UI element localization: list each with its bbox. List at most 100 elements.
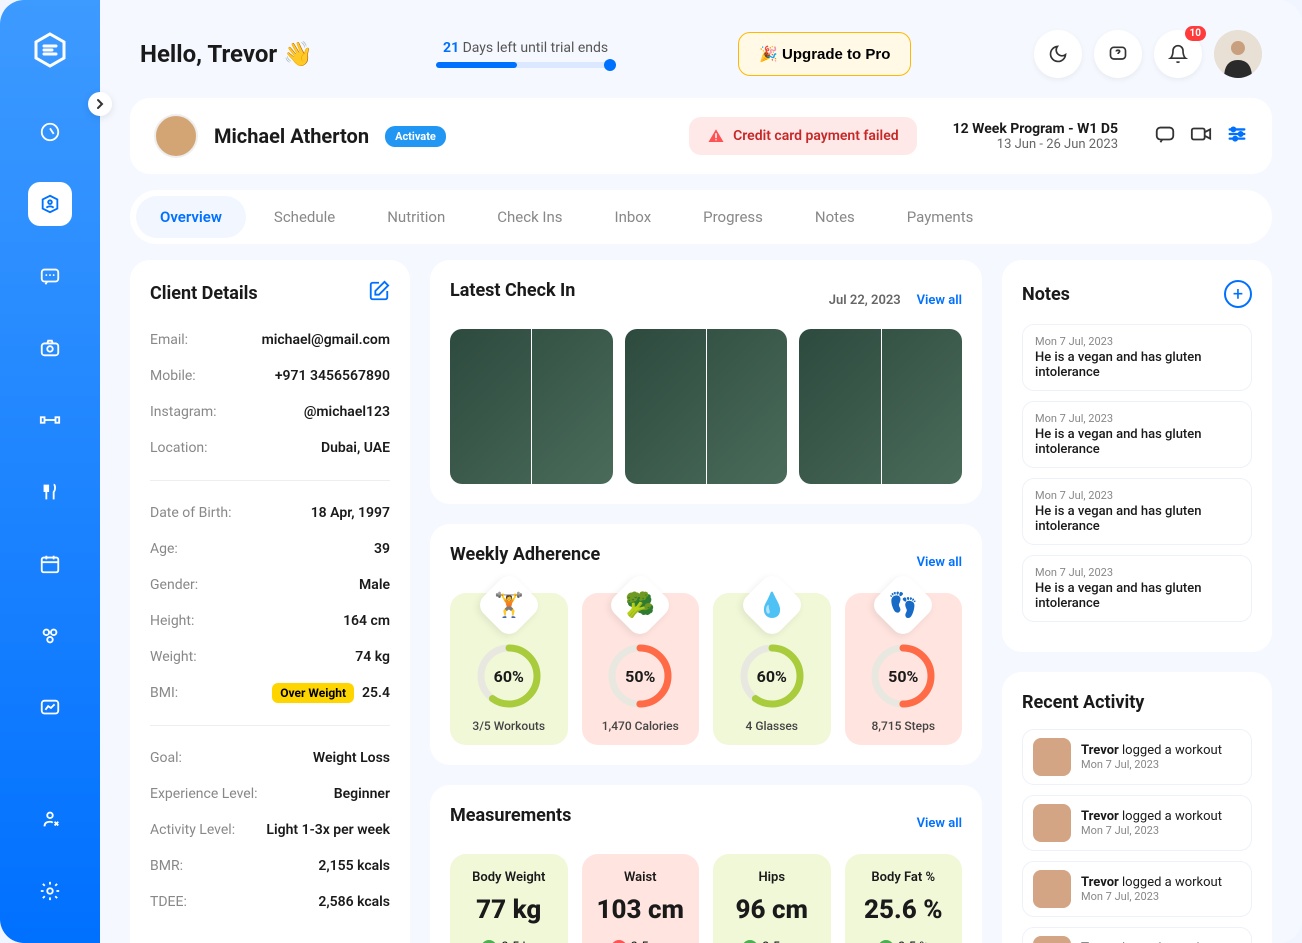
measurement-label: Waist xyxy=(592,870,690,885)
checkin-photo[interactable] xyxy=(799,329,962,484)
divider xyxy=(150,480,390,481)
checkin-card: Latest Check In Jul 22, 2023 View all xyxy=(430,260,982,504)
measurement-item: Body Weight 77 kg ↓ 0.5 kg xyxy=(450,854,568,943)
measurement-delta: ↑ 0.5 cm xyxy=(611,940,670,943)
measurement-delta: ↓ 0.5 cm xyxy=(742,940,801,943)
note-item[interactable]: Mon 7 Jul, 2023He is a vegan and has glu… xyxy=(1022,478,1252,545)
bmi-badge: Over Weight xyxy=(272,683,354,703)
tdee-value: 2,586 kcals xyxy=(318,894,390,910)
tab-overview[interactable]: Overview xyxy=(136,196,246,238)
nav-messages[interactable] xyxy=(28,254,72,298)
tdee-label: TDEE: xyxy=(150,894,187,910)
checkin-title: Latest Check In xyxy=(450,280,575,301)
nav-settings[interactable] xyxy=(28,869,72,913)
trial-suffix: Days left until trial ends xyxy=(459,40,608,56)
tab-notes[interactable]: Notes xyxy=(791,196,879,238)
measurements-view-all[interactable]: View all xyxy=(917,816,962,831)
measurement-label: Hips xyxy=(723,870,821,885)
adherence-item: 👣 50% 8,715 Steps xyxy=(845,593,963,745)
activate-badge[interactable]: Activate xyxy=(385,126,446,147)
adherence-item: 🥦 50% 1,470 Calories xyxy=(582,593,700,745)
measurement-delta: ↓ 0.5 kg xyxy=(481,940,536,943)
nav-help[interactable] xyxy=(28,797,72,841)
adherence-icon: 🥦 xyxy=(606,571,674,639)
tab-nutrition[interactable]: Nutrition xyxy=(363,196,469,238)
adherence-label: 8,715 Steps xyxy=(857,719,951,733)
nav-workouts[interactable] xyxy=(28,398,72,442)
trial-progress xyxy=(436,62,616,68)
client-details-card: Client Details Email:michael@gmail.com M… xyxy=(130,260,410,943)
note-date: Mon 7 Jul, 2023 xyxy=(1035,412,1239,425)
nav-dashboard[interactable] xyxy=(28,110,72,154)
mobile-value: +971 3456567890 xyxy=(275,368,390,384)
upgrade-button[interactable]: 🎉 Upgrade to Pro xyxy=(738,32,911,76)
activity-date: Mon 7 Jul, 2023 xyxy=(1081,758,1222,771)
add-note-button[interactable]: + xyxy=(1224,280,1252,308)
sidebar xyxy=(0,0,100,943)
nav-calendar[interactable] xyxy=(28,542,72,586)
video-icon[interactable] xyxy=(1190,123,1212,149)
activity-text: Trevor logged a workout xyxy=(1081,743,1222,758)
dob-value: 18 Apr, 1997 xyxy=(311,505,390,521)
user-avatar[interactable] xyxy=(1214,30,1262,78)
dark-mode-button[interactable] xyxy=(1034,30,1082,78)
checkin-photo[interactable] xyxy=(450,329,613,484)
program-title: 12 Week Program - W1 D5 xyxy=(953,121,1118,137)
checkin-view-all[interactable]: View all xyxy=(917,293,962,308)
height-label: Height: xyxy=(150,613,194,629)
activity-item[interactable]: Trevor logged a workoutMon 7 Jul, 2023 xyxy=(1022,861,1252,917)
activity-item[interactable]: Trevor logged a workoutMon 7 Jul, 2023 xyxy=(1022,927,1252,943)
trial-days: 21 xyxy=(443,40,459,56)
activity-item[interactable]: Trevor logged a workoutMon 7 Jul, 2023 xyxy=(1022,795,1252,851)
note-date: Mon 7 Jul, 2023 xyxy=(1035,566,1239,579)
adherence-icon: 👣 xyxy=(869,571,937,639)
goal-label: Goal: xyxy=(150,750,182,766)
nav-analytics[interactable] xyxy=(28,686,72,730)
measurement-value: 103 cm xyxy=(592,895,690,925)
activity-avatar xyxy=(1033,936,1071,943)
nav-team[interactable] xyxy=(28,614,72,658)
notifications-button[interactable]: 10 xyxy=(1154,30,1202,78)
edit-icon[interactable] xyxy=(368,280,390,306)
main-nav xyxy=(28,110,72,797)
chat-icon[interactable] xyxy=(1154,123,1176,149)
sidebar-collapse-button[interactable] xyxy=(88,92,112,116)
dob-label: Date of Birth: xyxy=(150,505,232,521)
adherence-view-all[interactable]: View all xyxy=(917,555,962,570)
activity-avatar xyxy=(1033,804,1071,842)
client-name: Michael Atherton xyxy=(214,124,369,148)
adherence-item: 🏋️ 60% 3/5 Workouts xyxy=(450,593,568,745)
activity-date: Mon 7 Jul, 2023 xyxy=(1081,824,1222,837)
tab-checkins[interactable]: Check Ins xyxy=(473,196,586,238)
adherence-pct: 60% xyxy=(737,641,807,711)
note-item[interactable]: Mon 7 Jul, 2023He is a vegan and has glu… xyxy=(1022,324,1252,391)
support-button[interactable] xyxy=(1094,30,1142,78)
tab-schedule[interactable]: Schedule xyxy=(250,196,359,238)
nav-nutrition[interactable] xyxy=(28,470,72,514)
activity-card: Recent Activity Trevor logged a workoutM… xyxy=(1002,672,1272,943)
tab-payments[interactable]: Payments xyxy=(883,196,998,238)
activity-item[interactable]: Trevor logged a workoutMon 7 Jul, 2023 xyxy=(1022,729,1252,785)
note-text: He is a vegan and has gluten intolerance xyxy=(1035,581,1239,611)
checkin-photo[interactable] xyxy=(625,329,788,484)
tab-progress[interactable]: Progress xyxy=(679,196,787,238)
note-text: He is a vegan and has gluten intolerance xyxy=(1035,427,1239,457)
note-item[interactable]: Mon 7 Jul, 2023 He is a vegan and has glu… xyxy=(1022,555,1252,622)
measurement-item: Body Fat % 25.6 % ↓ 0.5 % xyxy=(845,854,963,943)
tab-inbox[interactable]: Inbox xyxy=(591,196,676,238)
gender-value: Male xyxy=(359,577,390,593)
activity-avatar xyxy=(1033,738,1071,776)
measurement-value: 25.6 % xyxy=(855,895,953,925)
nav-camera[interactable] xyxy=(28,326,72,370)
measurements-card: Measurements View all Body Weight 77 kg … xyxy=(430,785,982,943)
adherence-label: 4 Glasses xyxy=(725,719,819,733)
note-item[interactable]: Mon 7 Jul, 2023 He is a vegan and has glu… xyxy=(1022,401,1252,468)
nav-clients[interactable] xyxy=(28,182,72,226)
client-avatar xyxy=(154,114,198,158)
instagram-value: @michael123 xyxy=(304,404,390,420)
measurement-value: 96 cm xyxy=(723,895,821,925)
bmr-label: BMR: xyxy=(150,858,183,874)
payment-alert-text: Credit card payment failed xyxy=(733,128,899,144)
settings-header-icon[interactable] xyxy=(1226,123,1248,149)
exp-value: Beginner xyxy=(334,786,390,802)
